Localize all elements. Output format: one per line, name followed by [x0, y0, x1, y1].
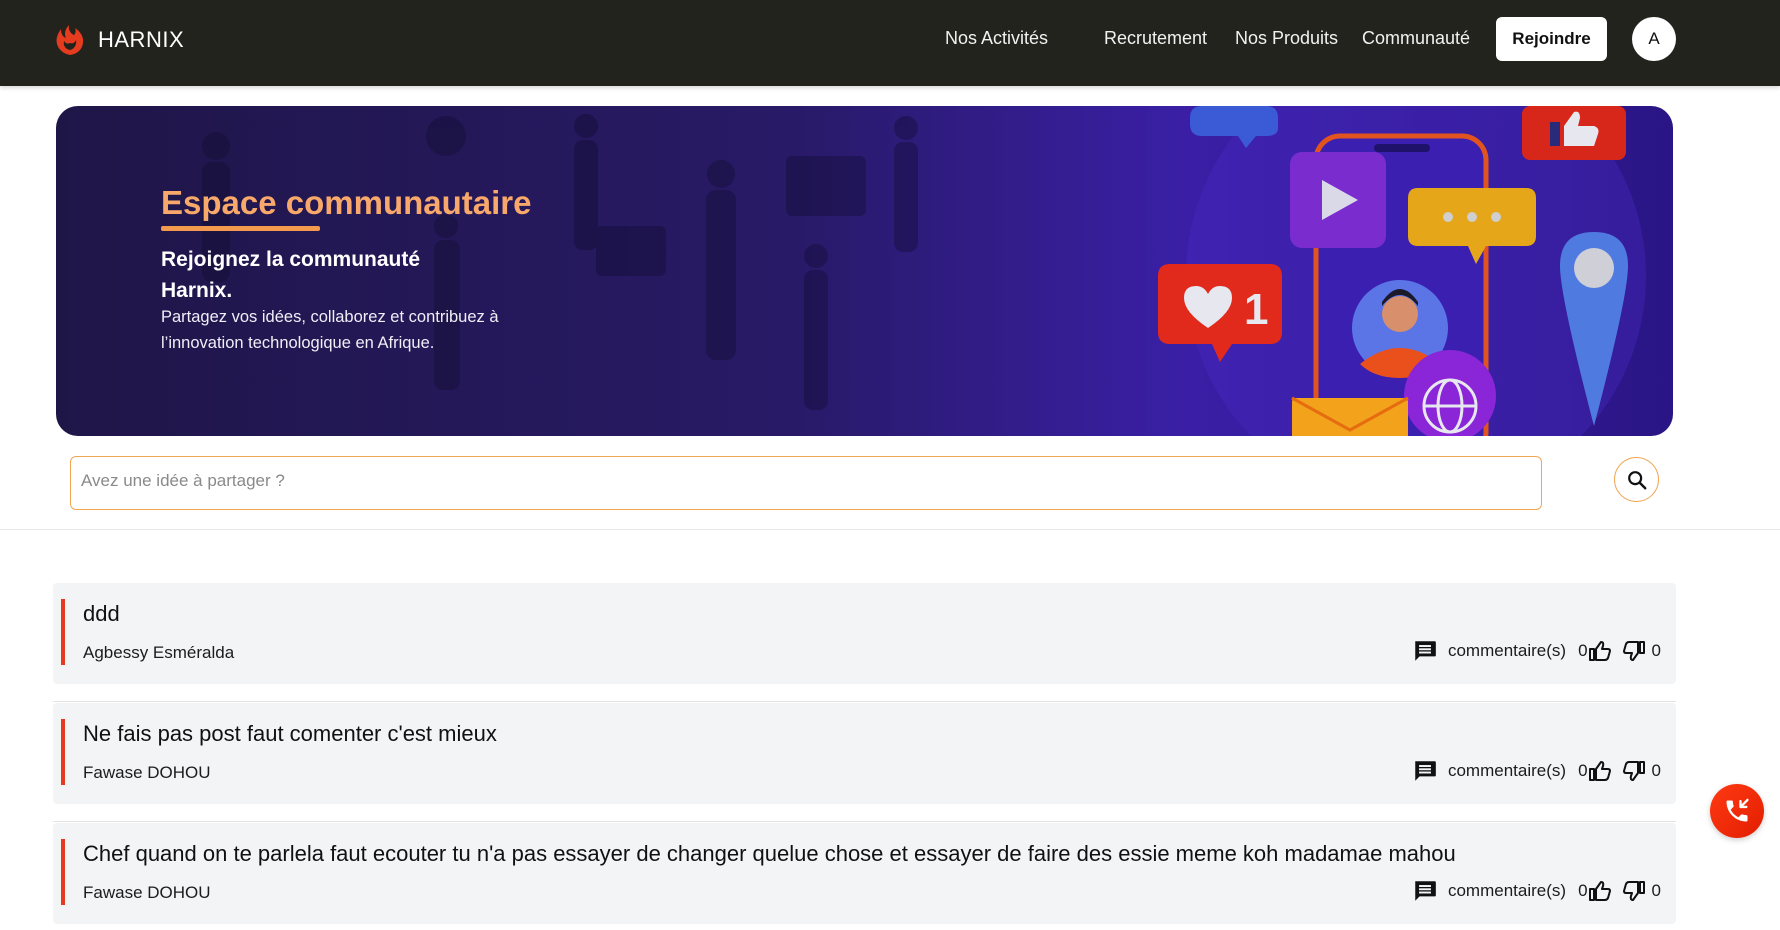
join-button[interactable]: Rejoindre [1496, 17, 1607, 61]
search-button[interactable] [1614, 457, 1659, 502]
comment-icon[interactable] [1412, 638, 1438, 664]
thumbs-down-icon[interactable] [1622, 759, 1646, 783]
thumbs-down-icon[interactable] [1622, 639, 1646, 663]
post-accent-bar [61, 719, 65, 785]
nav-item-activites[interactable]: Nos Activités [945, 28, 1048, 49]
post-accent-bar [61, 839, 65, 905]
comment-icon[interactable] [1412, 758, 1438, 784]
like-count: 0 [1578, 881, 1588, 900]
post-separator [53, 701, 1676, 702]
phone-call-icon [1726, 798, 1749, 822]
top-navbar: HARNIX Nos Activités Recrutement Nos Pro… [0, 0, 1780, 86]
nav-item-recrutement[interactable]: Recrutement [1104, 28, 1207, 49]
post-actions: commentaire(s) 0 0 [1412, 638, 1661, 664]
post-actions: commentaire(s) 0 0 [1412, 758, 1661, 784]
hero-banner: 1 Espace communautaire Rejoignez la comm… [56, 106, 1673, 436]
post-separator [53, 821, 1676, 822]
comment-icon[interactable] [1412, 878, 1438, 904]
thumbs-up-icon[interactable] [1588, 759, 1612, 783]
hero-subtitle: Rejoignez la communauté Harnix. [161, 248, 421, 302]
dislike-count: 0 [1651, 641, 1661, 660]
like-count: 0 [1578, 761, 1588, 780]
comment-count-label[interactable]: commentaire(s) [1448, 641, 1566, 661]
thumbs-up-icon[interactable] [1588, 879, 1612, 903]
section-divider [0, 529, 1780, 530]
comment-count-label[interactable]: commentaire(s) [1448, 761, 1566, 781]
search-icon [1627, 470, 1646, 489]
social-media-illustration: 1 [1158, 106, 1646, 436]
hero-title-underline [161, 226, 320, 231]
post-title: Chef quand on te parlela faut ecouter tu… [83, 841, 1456, 866]
nav-item-produits[interactable]: Nos Produits [1235, 28, 1338, 49]
call-button[interactable] [1710, 784, 1764, 838]
idea-input[interactable] [70, 456, 1542, 510]
post-title: Ne fais pas post faut comenter c'est mie… [83, 721, 497, 746]
phoenix-logo-icon [56, 25, 84, 55]
nav-item-communaute[interactable]: Communauté [1362, 28, 1470, 49]
comment-count-label[interactable]: commentaire(s) [1448, 881, 1566, 901]
brand[interactable]: HARNIX [52, 20, 184, 60]
thumbs-down-icon[interactable] [1622, 879, 1646, 903]
dislike-count: 0 [1651, 761, 1661, 780]
post-author: Fawase DOHOU [83, 763, 211, 782]
post-accent-bar [61, 599, 65, 665]
avatar[interactable]: A [1632, 17, 1676, 61]
post-author: Agbessy Esméralda [83, 643, 235, 662]
post-author: Fawase DOHOU [83, 883, 211, 902]
post-actions: commentaire(s) 0 0 [1412, 878, 1661, 904]
hero-description: Partagez vos idées, collaborez et contri… [161, 308, 499, 352]
brand-name: HARNIX [98, 27, 185, 52]
thumbs-up-icon[interactable] [1588, 639, 1612, 663]
post-card[interactable]: Chef quand on te parlela faut ecouter tu… [53, 823, 1676, 924]
like-count-badge: 1 [1244, 285, 1268, 334]
dislike-count: 0 [1651, 881, 1661, 900]
like-count: 0 [1578, 641, 1588, 660]
post-title: ddd [83, 601, 120, 626]
hero-title: Espace communautaire [161, 184, 532, 221]
post-card[interactable]: ddd Agbessy Esméralda commentaire(s) 0 0 [53, 583, 1676, 684]
post-card[interactable]: Ne fais pas post faut comenter c'est mie… [53, 703, 1676, 804]
